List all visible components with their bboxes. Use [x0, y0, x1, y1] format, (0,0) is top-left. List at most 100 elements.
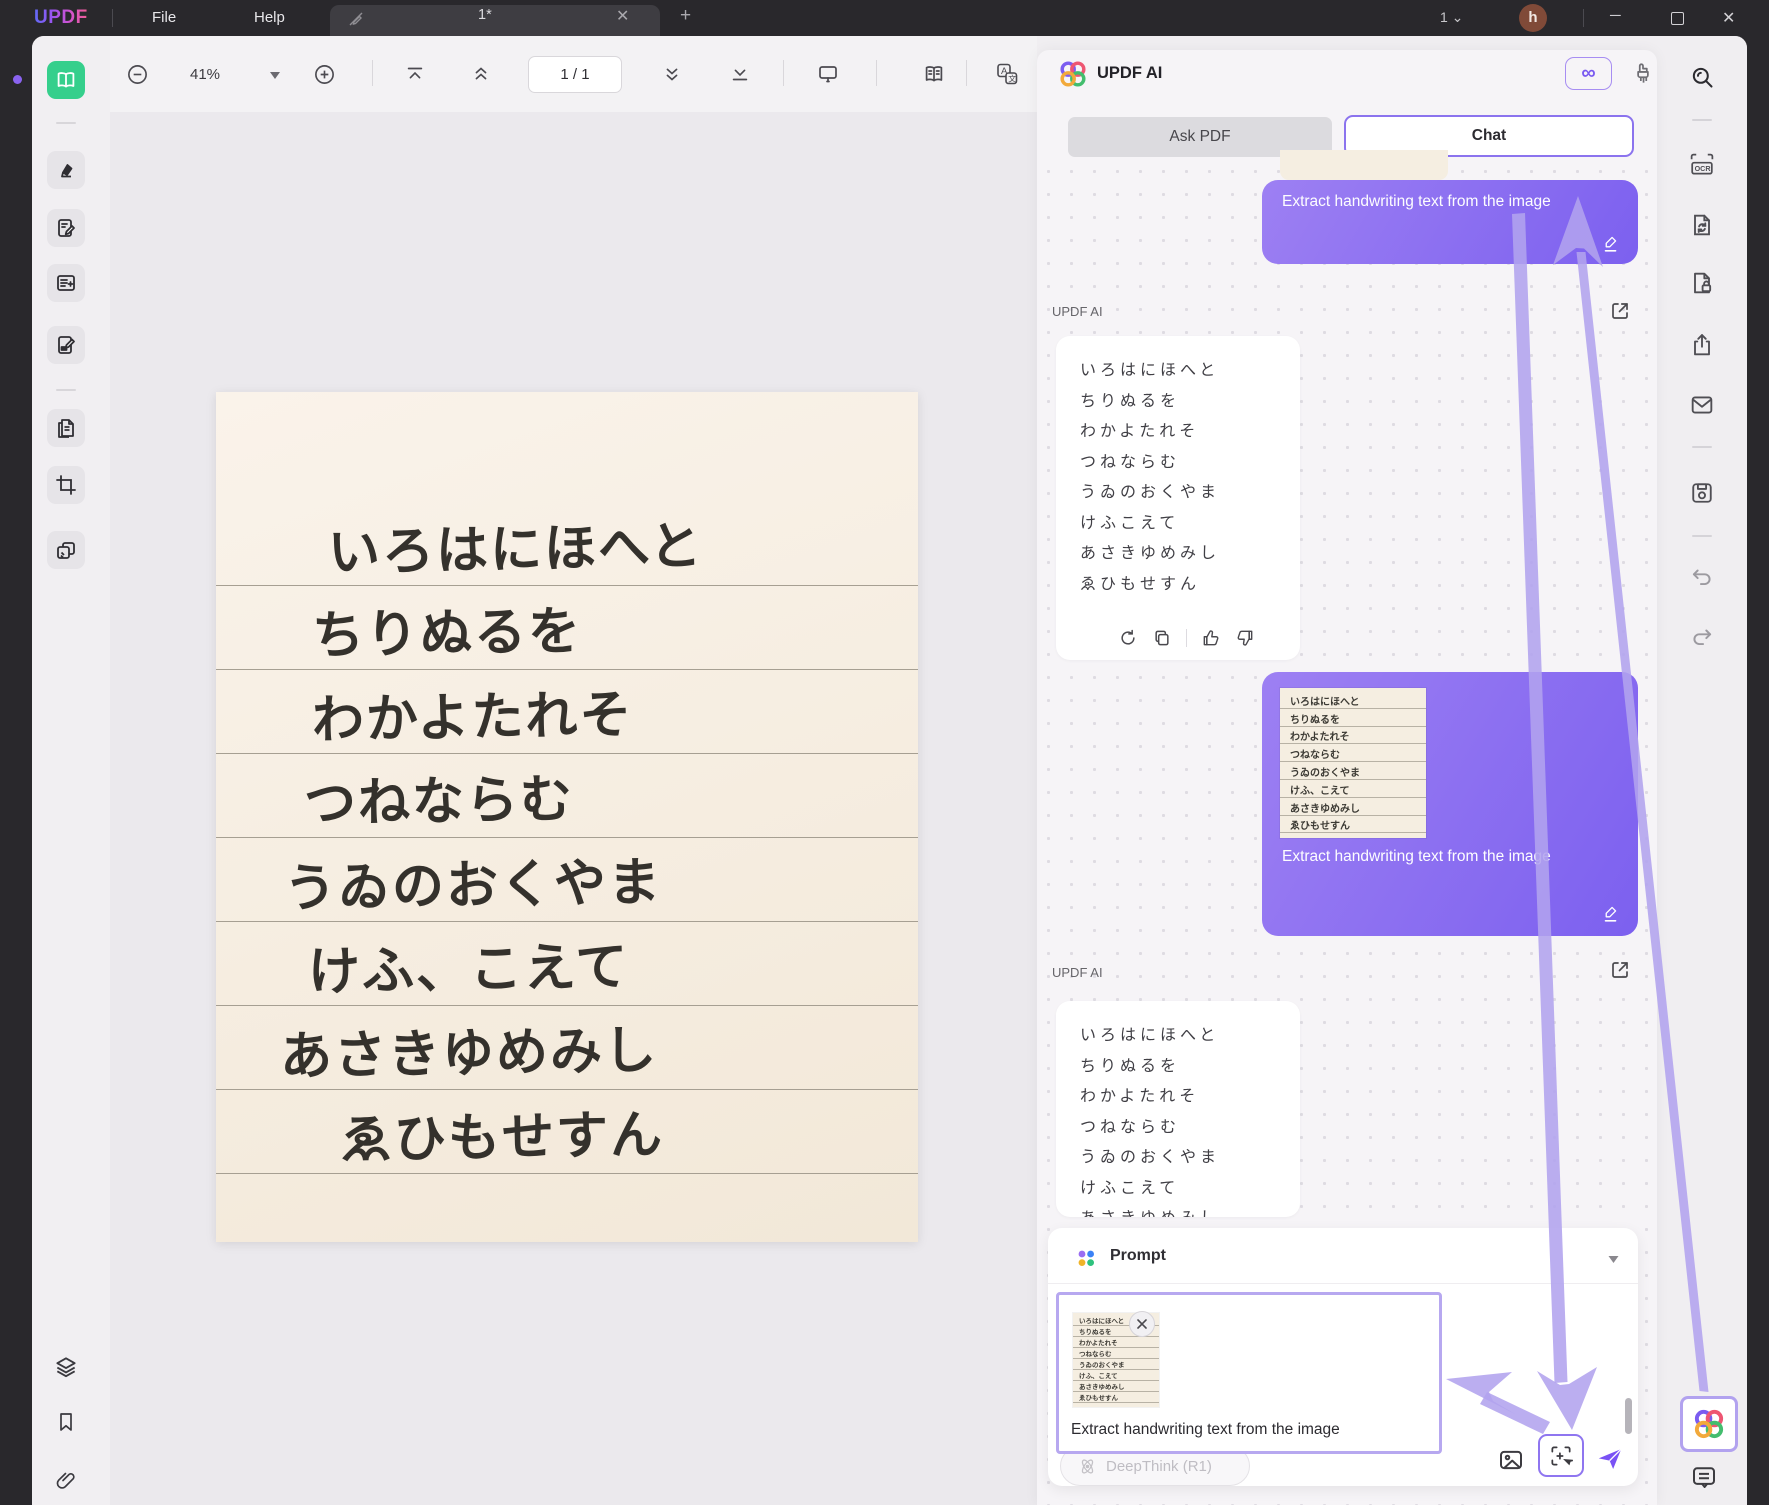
thumbs-down-icon[interactable]: [1235, 628, 1255, 648]
page-number-box[interactable]: 1 / 1: [528, 56, 622, 93]
translate-icon[interactable]: A 文: [994, 61, 1020, 87]
watermark-icon[interactable]: [47, 531, 85, 569]
document-tab[interactable]: [330, 5, 660, 36]
tab-title: 1*: [478, 7, 492, 23]
protect-pdf-icon[interactable]: [1685, 266, 1719, 300]
rail-divider-3: [1692, 535, 1712, 537]
chat-scrollbar[interactable]: [1625, 1398, 1632, 1434]
sidebar-indicator-dot: [13, 75, 22, 84]
thumbs-up-icon[interactable]: [1201, 628, 1221, 648]
save-icon[interactable]: [1685, 476, 1719, 510]
actions-divider: [1186, 629, 1187, 647]
toolbar-divider-3: [876, 60, 877, 86]
updf-ai-logo-icon: [1057, 58, 1089, 90]
last-page-button[interactable]: [729, 63, 751, 85]
response-line: けふこえて: [1080, 514, 1180, 532]
copy-icon[interactable]: [1152, 628, 1172, 648]
first-page-button[interactable]: [404, 63, 426, 85]
reader-mode-icon[interactable]: [47, 61, 85, 99]
comment-icon[interactable]: [1687, 1460, 1721, 1494]
avatar[interactable]: h: [1519, 4, 1547, 32]
minimize-button[interactable]: ─: [1610, 7, 1621, 24]
handwriting-line: わかよたれそ: [216, 670, 918, 754]
menu-help[interactable]: Help: [254, 9, 285, 26]
convert-pdf-icon[interactable]: [1685, 208, 1719, 242]
pdf-page-handwriting-image[interactable]: いろはにほへと ちりぬるを わかよたれそ つねならむ うゐのおくやま けふ、こえ…: [216, 392, 918, 1242]
user-message-text-2: Extract handwriting text from the image: [1282, 848, 1551, 865]
tab-close-icon[interactable]: ✕: [616, 6, 629, 26]
organize-pages-icon[interactable]: [47, 264, 85, 302]
svg-text:文: 文: [1008, 74, 1016, 84]
redo-icon[interactable]: [1685, 620, 1719, 654]
response-line: つねならむ: [1080, 1118, 1181, 1136]
zoom-in-button[interactable]: [313, 63, 336, 86]
previous-attachment-thumbnail: けふ、こえて あさきゆめみし ゑひもせすん: [1280, 150, 1448, 180]
insert-image-icon[interactable]: [1496, 1445, 1526, 1475]
close-button[interactable]: ✕: [1722, 8, 1735, 28]
fill-sign-icon[interactable]: [47, 326, 85, 364]
response-line: ゑひもせすん: [1080, 575, 1201, 593]
reading-view-icon[interactable]: [922, 62, 946, 86]
attachment-thumbnail[interactable]: いろはにほへと ちりぬるを わかよたれそ つねならむ うゐのおくやま けふ、こえて あ…: [1280, 688, 1426, 838]
zoom-out-button[interactable]: [126, 63, 149, 86]
prompt-input[interactable]: いろはにほへと ちりぬるを わかよたれそ つねならむ うゐのおくやま けふ、こえて あ…: [1056, 1292, 1442, 1454]
prompt-collapse-caret-icon[interactable]: [1606, 1253, 1621, 1265]
prompt-text[interactable]: Extract handwriting text from the image: [1071, 1421, 1340, 1439]
rail-divider-2: [1692, 446, 1712, 448]
attachment-icon[interactable]: [47, 1461, 85, 1499]
search-icon[interactable]: [1685, 60, 1719, 94]
sender-label-2: UPDF AI: [1052, 965, 1103, 980]
window-page-indicator[interactable]: 1 ⌄: [1440, 9, 1463, 26]
page-copy-icon[interactable]: [47, 409, 85, 447]
email-icon[interactable]: [1685, 388, 1719, 422]
bookmark-icon[interactable]: [47, 1403, 85, 1441]
open-in-window-icon[interactable]: [1608, 299, 1632, 323]
updf-window: UPDF File Help 1* ✕ + 1 ⌄ h ─ ✕ 41% 1 / …: [0, 0, 1769, 1505]
response-line: ちりぬるを: [1080, 392, 1181, 410]
user-message-bubble: Extract handwriting text from the image: [1262, 180, 1638, 264]
prompt-divider: [1048, 1283, 1638, 1284]
remove-attachment-icon[interactable]: [1129, 1311, 1155, 1337]
handwriting-line: けふ、こえて: [216, 922, 918, 1006]
response-line: あさきゆめみし: [1080, 545, 1221, 562]
ocr-icon[interactable]: OCR: [1685, 148, 1719, 182]
sidebar-divider-2: [56, 389, 76, 391]
toolbar-divider-4: [966, 60, 967, 86]
ai-response-card-2: いろはにほへと ちりぬるを わかよたれそ つねならむ うゐのおくやま けふこえて…: [1056, 1001, 1300, 1217]
brush-icon[interactable]: [1630, 61, 1656, 87]
unlimited-ai-button[interactable]: ∞: [1565, 57, 1612, 90]
response-line: いろはにほへと: [1080, 1027, 1220, 1044]
maximize-button[interactable]: [1671, 12, 1684, 25]
edit-message-icon-2[interactable]: [1600, 902, 1622, 924]
tab-edit-disabled-icon: [346, 9, 366, 29]
new-tab-button[interactable]: +: [680, 5, 691, 27]
crop-icon[interactable]: [47, 466, 85, 504]
next-page-button[interactable]: [661, 63, 683, 85]
zoom-dropdown-caret-icon[interactable]: [268, 69, 282, 81]
share-icon[interactable]: [1685, 328, 1719, 362]
undo-icon[interactable]: [1685, 560, 1719, 594]
response-line: いろはにほへと: [1080, 362, 1220, 379]
handwriting-line: ゑひもせすん: [216, 1090, 918, 1174]
response-line: うゐのおくやま: [1080, 484, 1221, 501]
menu-file[interactable]: File: [152, 9, 176, 26]
titlebar-divider-2: [1583, 9, 1584, 27]
annotate-icon[interactable]: [47, 209, 85, 247]
layers-icon[interactable]: [47, 1348, 85, 1386]
send-icon[interactable]: [1594, 1444, 1626, 1474]
previous-page-button[interactable]: [470, 63, 492, 85]
rail-divider: [1692, 119, 1712, 121]
response-line: わかよたれそ: [1080, 423, 1200, 440]
deepthink-label: DeepThink (R1): [1106, 1457, 1212, 1475]
screenshot-capture-button[interactable]: [1538, 1434, 1584, 1477]
highlighter-icon[interactable]: [47, 151, 85, 189]
toolbar-divider-2: [783, 60, 784, 86]
open-in-window-icon-2[interactable]: [1608, 958, 1632, 982]
edit-message-icon[interactable]: [1600, 232, 1622, 254]
handwriting-line: うゐのおくやま: [216, 838, 918, 922]
presentation-icon[interactable]: [816, 62, 840, 86]
response-line: けふこえて: [1080, 1179, 1180, 1197]
regenerate-icon[interactable]: [1118, 628, 1138, 648]
zoom-level[interactable]: 41%: [190, 66, 220, 83]
updf-ai-floating-button[interactable]: [1680, 1396, 1738, 1452]
